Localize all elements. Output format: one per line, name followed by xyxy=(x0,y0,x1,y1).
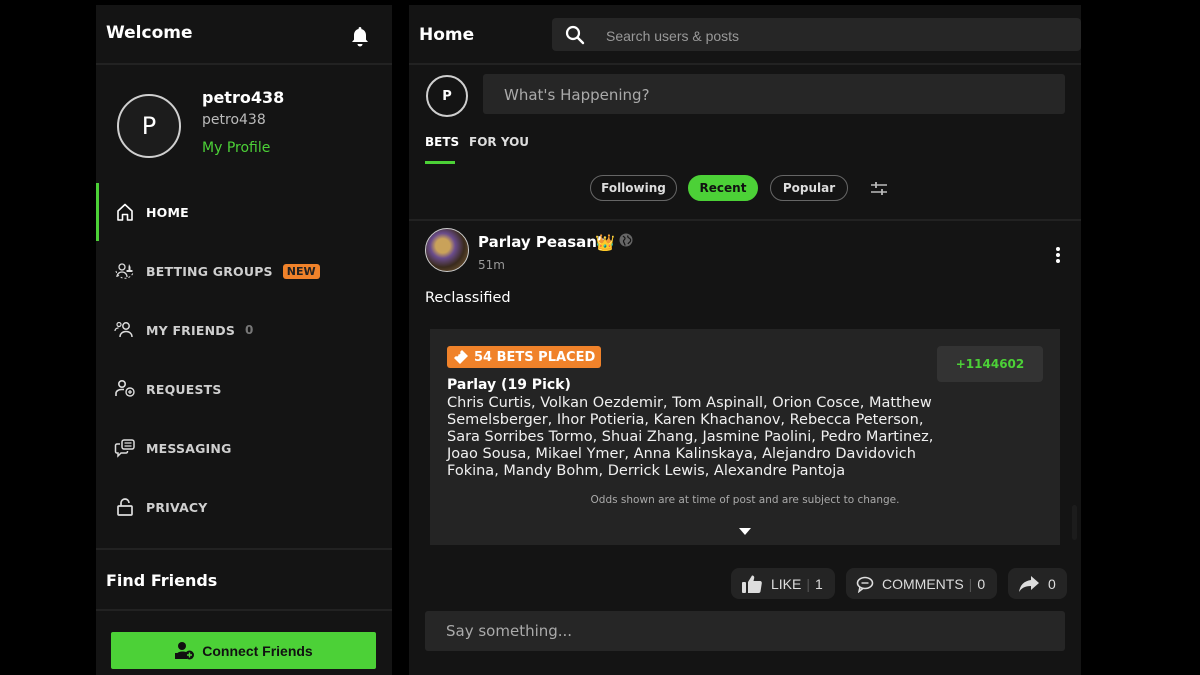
search-input[interactable] xyxy=(604,25,1068,47)
filter-recent[interactable]: Recent xyxy=(688,175,758,201)
post-text: Reclassified xyxy=(425,290,511,306)
share-icon xyxy=(1019,575,1039,592)
comments-button[interactable]: COMMENTS | 0 xyxy=(846,568,997,599)
tab-for-you[interactable]: FOR YOU xyxy=(469,135,529,149)
sidebar-title: Welcome xyxy=(106,23,193,43)
ticket-icon xyxy=(454,350,468,364)
bets-placed-label: 54 BETS PLACED xyxy=(474,349,596,365)
my-profile-link[interactable]: My Profile xyxy=(202,140,270,156)
comments-count: 0 xyxy=(977,575,986,592)
sidebar-item-betting-groups[interactable]: BETTING GROUPS NEW xyxy=(96,246,392,296)
friends-icon xyxy=(114,319,136,341)
sidebar-item-privacy[interactable]: PRIVACY xyxy=(96,482,392,532)
add-user-icon xyxy=(114,378,136,400)
odds-value[interactable]: +1144602 xyxy=(937,346,1043,382)
expand-caret-icon[interactable] xyxy=(739,528,751,535)
crown-icon: 👑 xyxy=(595,233,615,252)
sidebar-item-my-friends[interactable]: MY FRIENDS 0 xyxy=(96,305,392,355)
profile-avatar[interactable]: P xyxy=(117,94,181,158)
friends-count: 0 xyxy=(245,323,254,337)
compose-input[interactable]: What's Happening? xyxy=(483,74,1065,114)
globe-icon xyxy=(619,232,633,247)
thumbs-up-icon xyxy=(742,575,762,593)
new-badge: NEW xyxy=(282,263,320,279)
sidebar-item-home[interactable]: HOME xyxy=(96,183,392,241)
separator: | xyxy=(806,575,810,592)
sidebar-item-messaging[interactable]: MESSAGING xyxy=(96,423,392,473)
find-friends-title: Find Friends xyxy=(106,571,218,590)
avatar-initial: P xyxy=(442,88,452,104)
profile-display-name: petro438 xyxy=(202,88,285,107)
separator: | xyxy=(968,575,973,592)
sidebar-item-label: MY FRIENDS xyxy=(146,322,236,338)
profile-username: petro438 xyxy=(202,112,266,128)
sidebar-item-label: REQUESTS xyxy=(146,381,222,397)
sidebar-item-requests[interactable]: REQUESTS xyxy=(96,364,392,414)
page-title: Home xyxy=(419,25,475,45)
divider xyxy=(96,548,392,550)
sidebar-item-label: HOME xyxy=(146,204,189,220)
connect-friends-button[interactable]: Connect Friends xyxy=(111,632,376,669)
odds-disclaimer: Odds shown are at time of post and are s… xyxy=(590,494,900,506)
betting-groups-icon xyxy=(114,260,136,282)
more-options-icon[interactable] xyxy=(1053,245,1063,265)
like-label: LIKE xyxy=(771,575,802,592)
post-author-avatar[interactable] xyxy=(425,228,469,272)
add-friend-icon xyxy=(175,641,195,659)
like-button[interactable]: LIKE | 1 xyxy=(731,568,835,599)
lock-icon xyxy=(114,496,136,518)
comments-label: COMMENTS xyxy=(882,575,964,592)
sidebar-item-label: PRIVACY xyxy=(146,499,208,515)
search-icon xyxy=(564,24,586,46)
bell-icon[interactable] xyxy=(348,25,372,49)
post-timestamp: 51m xyxy=(478,258,505,272)
sidebar-item-label: MESSAGING xyxy=(146,440,232,456)
share-count: 0 xyxy=(1048,575,1056,592)
compose-placeholder: What's Happening? xyxy=(504,86,650,104)
filter-following[interactable]: Following xyxy=(590,175,677,201)
divider xyxy=(409,63,1081,65)
scrollbar[interactable] xyxy=(1072,505,1077,540)
reply-placeholder: Say something... xyxy=(446,622,573,640)
bet-card[interactable]: 54 BETS PLACED Parlay (19 Pick) Chris Cu… xyxy=(430,329,1060,545)
connect-friends-label: Connect Friends xyxy=(202,642,313,659)
sliders-icon[interactable] xyxy=(869,180,889,198)
tab-bets[interactable]: BETS xyxy=(425,135,459,149)
chat-icon xyxy=(114,437,136,459)
reply-input[interactable]: Say something... xyxy=(425,611,1065,651)
active-tab-indicator xyxy=(425,161,455,164)
bet-type: Parlay (19 Pick) xyxy=(447,377,571,393)
sidebar: Welcome P petro438 petro438 My Profile H… xyxy=(96,5,392,675)
avatar-initial: P xyxy=(141,112,157,140)
search-bar[interactable] xyxy=(552,18,1081,51)
comment-icon xyxy=(856,576,874,593)
bets-placed-badge: 54 BETS PLACED xyxy=(447,346,602,368)
bet-picks: Chris Curtis, Volkan Oezdemir, Tom Aspin… xyxy=(447,395,934,479)
divider xyxy=(409,219,1081,221)
like-count: 1 xyxy=(815,575,823,592)
home-icon xyxy=(114,201,136,223)
compose-avatar: P xyxy=(426,75,468,117)
divider xyxy=(96,609,392,611)
main-feed: Home P What's Happening? BETS FOR YOU Fo… xyxy=(409,5,1081,675)
share-button[interactable]: 0 xyxy=(1008,568,1067,599)
sidebar-header: Welcome xyxy=(96,5,392,65)
filter-popular[interactable]: Popular xyxy=(770,175,848,201)
sidebar-item-label: BETTING GROUPS xyxy=(146,263,273,279)
post-author-name[interactable]: Parlay Peasant xyxy=(478,233,604,251)
